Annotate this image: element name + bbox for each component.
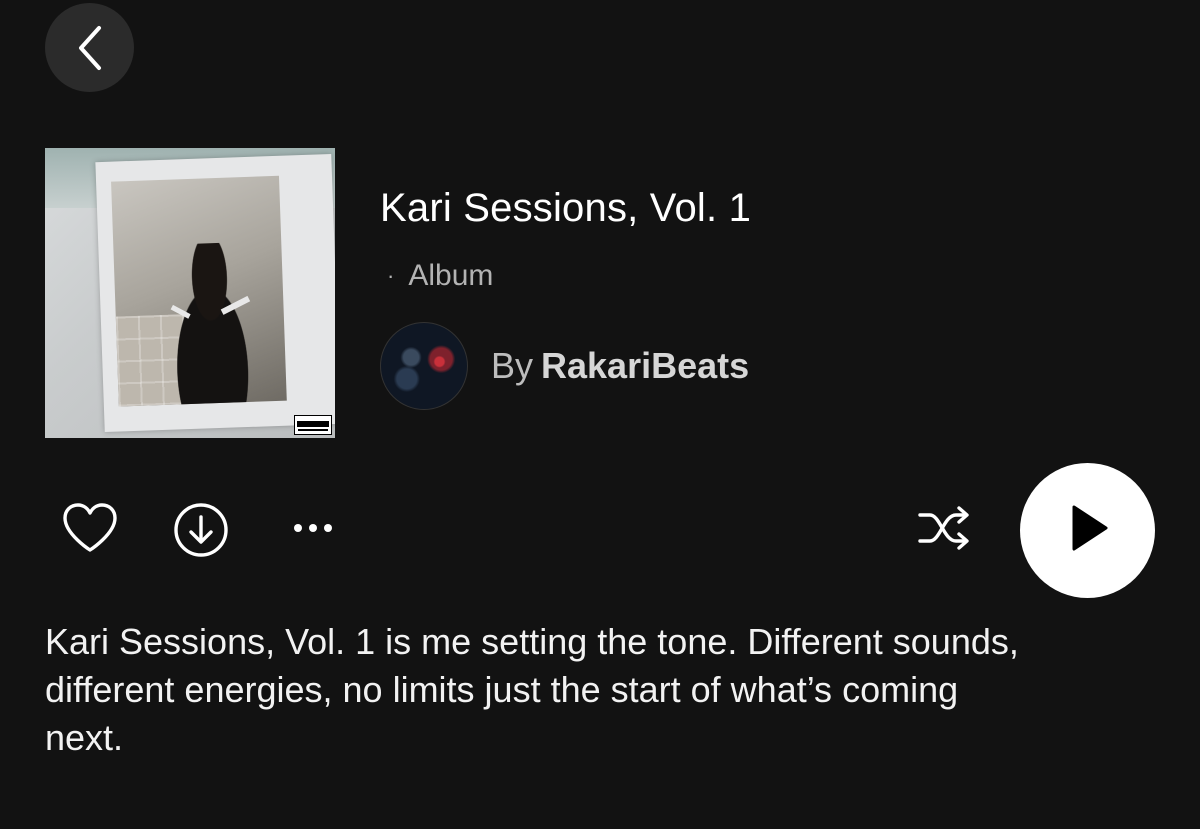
artist-byline[interactable]: By RakariBeats [491, 345, 749, 387]
cover-photo [111, 175, 287, 407]
artist-avatar[interactable] [380, 322, 468, 410]
album-type-label: Album [408, 259, 494, 292]
play-button[interactable] [1020, 463, 1155, 598]
cover-polaroid [95, 153, 335, 433]
album-cover [45, 148, 335, 438]
chevron-left-icon [73, 24, 107, 72]
download-button[interactable] [172, 501, 230, 564]
meta-separator: · [387, 263, 395, 288]
download-circle-icon [172, 501, 230, 564]
shuffle-icon [916, 505, 972, 556]
back-button[interactable] [45, 3, 134, 92]
more-dots-icon [290, 521, 336, 539]
shuffle-button[interactable] [914, 505, 974, 555]
artist-name[interactable]: RakariBeats [541, 345, 749, 386]
album-description: Kari Sessions, Vol. 1 is me setting the … [45, 621, 1019, 758]
artist-link[interactable]: By RakariBeats [380, 322, 749, 410]
heart-icon [61, 502, 119, 559]
by-prefix: By [491, 345, 534, 386]
more-options-button[interactable] [288, 515, 338, 545]
album-title: Kari Sessions, Vol. 1 [380, 186, 752, 230]
album-meta: · Album [387, 259, 493, 293]
parental-advisory-badge [294, 415, 332, 435]
like-button[interactable] [60, 502, 120, 559]
play-icon [1066, 503, 1110, 558]
